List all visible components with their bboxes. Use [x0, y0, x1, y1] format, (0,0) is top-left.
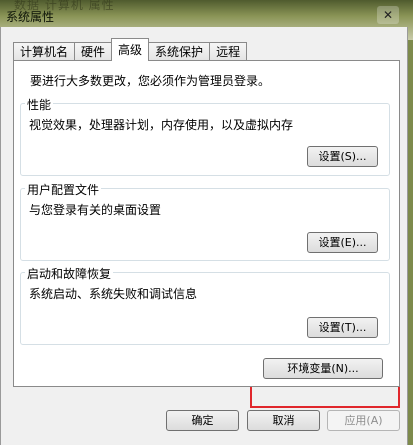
user-profiles-description: 与您登录有关的桌面设置 — [29, 203, 162, 217]
user-profiles-settings-button[interactable]: 设置(E)... — [307, 232, 378, 253]
ok-button[interactable]: 确定 — [166, 410, 239, 431]
startup-recovery-settings-button[interactable]: 设置(T)... — [307, 317, 378, 338]
tab-system-protection[interactable]: 系统保护 — [148, 42, 211, 61]
tab-computer-name[interactable]: 计算机名 — [13, 42, 76, 61]
tab-remote[interactable]: 远程 — [209, 42, 248, 61]
performance-settings-button[interactable]: 设置(S)... — [307, 146, 378, 167]
environment-variables-button[interactable]: 环境变量(N)... — [263, 358, 383, 379]
close-button[interactable]: ✕ — [377, 6, 399, 24]
startup-recovery-group-title: 启动和故障恢复 — [25, 265, 114, 282]
startup-recovery-group: 启动和故障恢复 系统启动、系统失败和调试信息 设置(T)... — [20, 265, 390, 345]
startup-recovery-description: 系统启动、系统失败和调试信息 — [29, 287, 198, 301]
title-bar: 系统属性 ✕ — [0, 5, 413, 27]
user-profiles-group: 用户配置文件 与您登录有关的桌面设置 设置(E)... — [20, 181, 390, 261]
admin-note: 要进行大多数更改，您必须作为管理员登录。 — [30, 74, 271, 88]
user-profiles-group-title: 用户配置文件 — [25, 181, 102, 198]
performance-description: 视觉效果，处理器计划，内存使用，以及虚拟内存 — [29, 118, 294, 132]
window-title: 系统属性 — [6, 10, 55, 24]
tab-advanced[interactable]: 高级 — [111, 38, 150, 61]
performance-group: 性能 视觉效果，处理器计划，内存使用，以及虚拟内存 设置(S)... — [20, 96, 390, 176]
tab-hardware[interactable]: 硬件 — [74, 42, 113, 61]
performance-group-title: 性能 — [25, 96, 54, 113]
cancel-button[interactable]: 取消 — [247, 410, 320, 431]
close-icon: ✕ — [382, 8, 394, 22]
system-properties-dialog: 计算机名 硬件 高级 系统保护 远程 要进行大多数更改，您必须作为管理员登录。 … — [0, 27, 408, 445]
advanced-tab-panel: 要进行大多数更改，您必须作为管理员登录。 性能 视觉效果，处理器计划，内存使用，… — [13, 60, 400, 387]
tab-strip: 计算机名 硬件 高级 系统保护 远程 — [13, 38, 248, 61]
apply-button[interactable]: 应用(A) — [327, 410, 400, 431]
